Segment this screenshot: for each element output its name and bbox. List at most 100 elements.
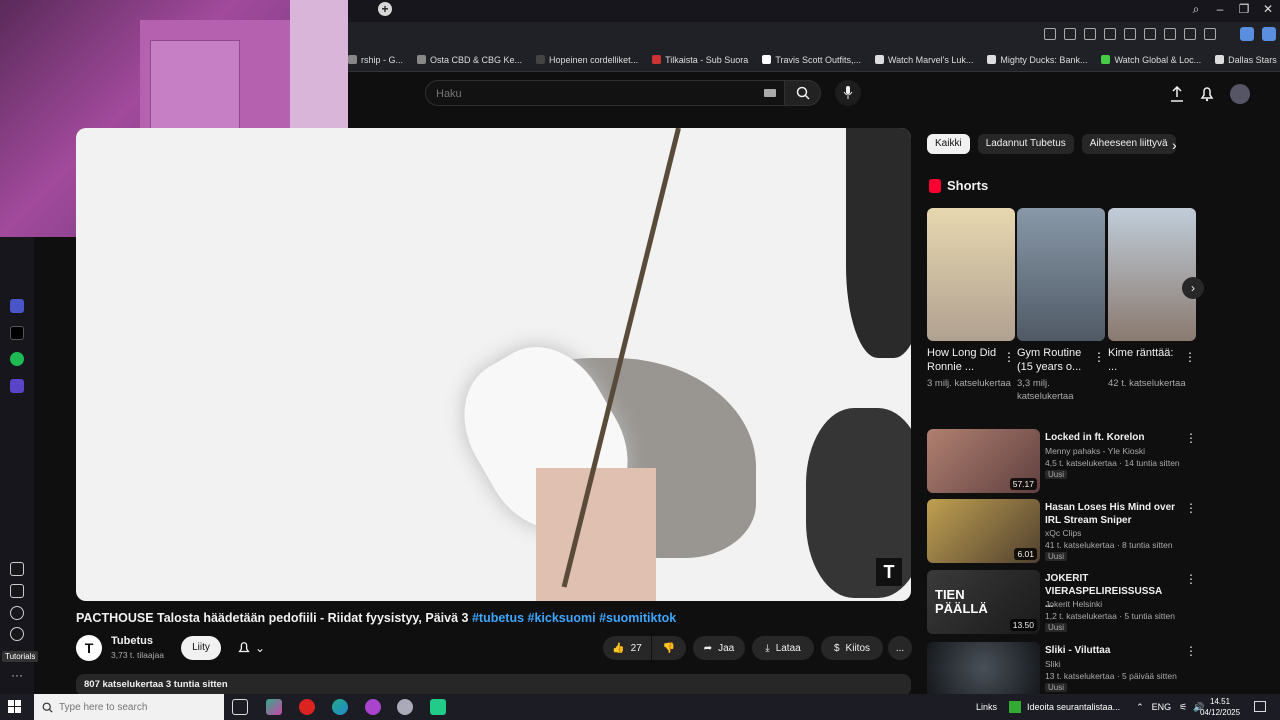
links-toolbar[interactable]: Links <box>976 702 997 712</box>
more-dots-icon[interactable]: ··· <box>10 669 24 684</box>
camera-icon[interactable] <box>1064 28 1076 40</box>
bookmark-item[interactable]: Travis Scott Outfits,... <box>762 55 861 65</box>
search-button[interactable] <box>785 80 821 106</box>
bookmark-item[interactable]: Hopeinen cordelliket... <box>536 55 638 65</box>
aria-icon[interactable] <box>10 299 24 313</box>
video-thumbnail[interactable]: 57.17 <box>927 429 1040 493</box>
video-title-link[interactable]: Sliki - Viluttaa <box>1045 644 1185 657</box>
dislike-button[interactable]: 👎 <box>652 636 686 660</box>
voice-search-button[interactable] <box>835 80 861 106</box>
video-title-link[interactable]: Hasan Loses His Mind over IRL Stream Sni… <box>1045 501 1185 527</box>
more-vert-icon[interactable]: ⋮ <box>1093 350 1105 364</box>
share-button[interactable]: ➦ Jaa <box>693 636 745 660</box>
short-thumbnail[interactable] <box>1108 208 1196 341</box>
channel-link[interactable]: Jokerit Helsinki <box>1045 599 1102 609</box>
more-actions-button[interactable]: ... <box>888 636 912 660</box>
notifications-bell-icon[interactable] <box>1200 86 1214 102</box>
opera-icon[interactable] <box>299 699 315 715</box>
game-icon[interactable] <box>397 699 413 715</box>
short-card[interactable]: Kime ränttää: ... 42 t. katselukertaa ⋮ <box>1108 208 1196 390</box>
copilot-icon[interactable] <box>266 699 282 715</box>
notification-center-icon[interactable] <box>1254 701 1266 712</box>
network-icon[interactable]: ⚟ <box>1179 702 1187 713</box>
heart-icon[interactable] <box>1144 28 1156 40</box>
short-title[interactable]: Kime ränttää: ... <box>1108 346 1178 374</box>
minimize-button[interactable]: – <box>1208 0 1232 22</box>
maximize-button[interactable]: ❐ <box>1232 0 1256 22</box>
hashtag-link[interactable]: #kicksuomi <box>528 611 596 625</box>
recommended-video[interactable]: TIEN PÄÄLLÄ 13.50 JOKERIT VIERASPELIREIS… <box>927 570 1207 634</box>
edit-icon[interactable] <box>1044 28 1056 40</box>
search-input[interactable] <box>436 86 736 102</box>
history-icon[interactable] <box>1164 28 1176 40</box>
cube-icon[interactable] <box>1262 27 1276 41</box>
more-vert-icon[interactable]: ⋮ <box>1185 501 1197 515</box>
short-title[interactable]: Gym Routine (15 years o... <box>1017 346 1087 374</box>
video-thumbnail[interactable]: 6.01 <box>927 499 1040 563</box>
bookmark-item[interactable]: Dallas Stars Fanatics... <box>1215 55 1280 65</box>
channel-link[interactable]: Menny pahaks - Yle Kioski <box>1045 446 1145 456</box>
ai-icon[interactable] <box>1240 27 1254 41</box>
hashtag-link[interactable]: #suomitiktok <box>599 611 676 625</box>
channel-avatar[interactable]: T <box>76 635 102 661</box>
close-window-button[interactable]: ✕ <box>1256 0 1280 22</box>
like-button[interactable]: 👍 27 <box>603 636 651 660</box>
join-button[interactable]: Liity <box>181 636 221 660</box>
recommended-video[interactable]: Sliki - Viluttaa Sliki 13 t. katselukert… <box>927 642 1207 694</box>
recommended-video[interactable]: 57.17 Locked in ft. Korelon Menny pahaks… <box>927 429 1207 493</box>
edge-icon[interactable] <box>332 699 348 715</box>
bookmark-item[interactable]: Mighty Ducks: Bank... <box>987 55 1087 65</box>
windows-start-button[interactable] <box>8 700 22 714</box>
thanks-button[interactable]: $ Kiitos <box>821 636 883 660</box>
account-avatar[interactable] <box>1230 84 1250 104</box>
chip-all[interactable]: Kaikki <box>927 134 970 154</box>
x-twitter-icon[interactable] <box>10 326 24 340</box>
short-title[interactable]: How Long Did Ronnie ... <box>927 346 997 374</box>
more-vert-icon[interactable]: ⋮ <box>1185 572 1197 586</box>
description-box[interactable]: 807 katselukertaa 3 tuntia sitten <box>76 674 911 696</box>
search-tabs-icon[interactable]: ⌕ <box>1184 0 1208 22</box>
shorts-next-button[interactable]: › <box>1182 277 1204 299</box>
task-view-icon[interactable] <box>232 699 248 715</box>
notification-text[interactable]: Ideoita seurantalistaa... <box>1027 702 1120 712</box>
lock-icon[interactable] <box>1204 28 1216 40</box>
spotify-icon[interactable] <box>10 352 24 366</box>
more-vert-icon[interactable]: ⋮ <box>1185 644 1197 658</box>
channel-watermark[interactable]: T <box>876 558 902 586</box>
bookmark-item[interactable]: rship - G... <box>348 55 403 65</box>
messenger-icon[interactable] <box>365 699 381 715</box>
more-vert-icon[interactable]: ⋮ <box>1184 350 1196 364</box>
shield-icon[interactable] <box>1084 28 1096 40</box>
app-icon[interactable] <box>430 699 446 715</box>
more-vert-icon[interactable]: ⋮ <box>1003 350 1015 364</box>
settings-gear-icon[interactable] <box>10 627 24 641</box>
channel-link[interactable]: Sliki <box>1045 659 1061 669</box>
history-icon[interactable] <box>10 606 24 620</box>
notification-app-icon[interactable] <box>1009 701 1022 713</box>
bookmark-item[interactable]: Osta CBD & CBG Ke... <box>417 55 522 65</box>
new-tab-button[interactable]: + <box>378 2 392 16</box>
short-thumbnail[interactable] <box>1017 208 1105 341</box>
channel-link[interactable]: xQc Clips <box>1045 528 1081 538</box>
menu-icon[interactable] <box>1184 28 1196 40</box>
twitch-icon[interactable] <box>10 379 24 393</box>
video-thumbnail[interactable]: TIEN PÄÄLLÄ 13.50 <box>927 570 1040 634</box>
edit-icon[interactable] <box>10 584 24 598</box>
send-icon[interactable] <box>1124 28 1136 40</box>
hashtag-link[interactable]: #tubetus <box>472 611 524 625</box>
chevron-right-icon[interactable]: › <box>1172 137 1177 153</box>
extension-icon[interactable] <box>1104 28 1116 40</box>
video-thumbnail[interactable] <box>927 642 1040 694</box>
short-card[interactable]: Gym Routine (15 years o... 3,3 milj. kat… <box>1017 208 1105 403</box>
taskbar-search[interactable] <box>34 694 224 720</box>
channel-name[interactable]: Tubetus <box>111 635 153 647</box>
chevron-up-icon[interactable]: ⌃ <box>1136 702 1144 713</box>
taskbar-search-input[interactable] <box>59 701 209 713</box>
video-title-link[interactable]: Locked in ft. Korelon <box>1045 431 1185 444</box>
recommended-video[interactable]: 6.01 Hasan Loses His Mind over IRL Strea… <box>927 499 1207 563</box>
chip-channel[interactable]: Ladannut Tubetus <box>977 134 1074 154</box>
bookmark-item[interactable]: Watch Global & Loc... <box>1101 55 1201 65</box>
short-thumbnail[interactable] <box>927 208 1015 341</box>
download-button[interactable]: ⤓ Lataa <box>752 636 814 660</box>
video-player[interactable]: T <box>76 128 911 601</box>
